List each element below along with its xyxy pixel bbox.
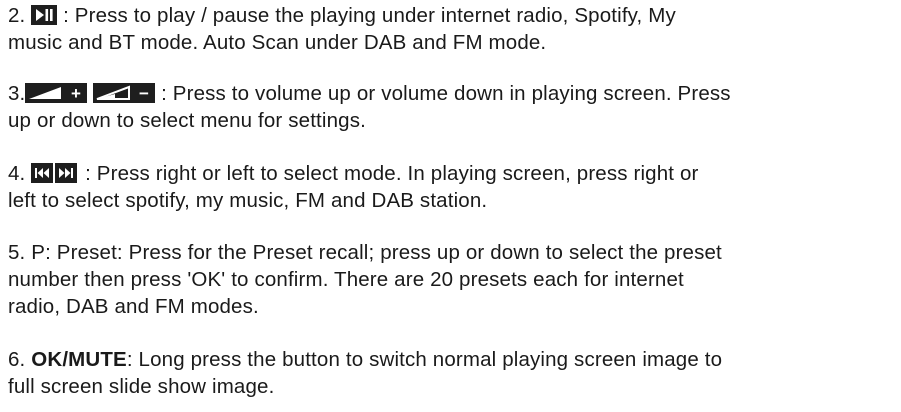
instruction-item-4: 4. : Press right or left to select mode.… bbox=[8, 160, 898, 214]
ok-mute-label: OK/MUTE bbox=[31, 348, 127, 371]
item-text: : Long press the button to switch normal… bbox=[126, 348, 723, 371]
volume-up-icon: + bbox=[25, 83, 88, 103]
play-pause-icon bbox=[31, 5, 58, 25]
instruction-line: 6. OK/MUTE: Long press the button to swi… bbox=[8, 346, 898, 373]
instruction-line: 2. : Press to play / pause the playing u… bbox=[8, 2, 898, 29]
volume-down-icon: − bbox=[93, 83, 156, 103]
volume-down-sign: − bbox=[139, 84, 149, 103]
instruction-line: radio, DAB and FM modes. bbox=[8, 295, 259, 318]
skip-forward-icon bbox=[55, 163, 78, 183]
item-text: : Press to play / pause the playing unde… bbox=[57, 4, 676, 27]
instruction-line: number then press 'OK' to confirm. There… bbox=[8, 268, 684, 291]
instruction-line: up or down to select menu for settings. bbox=[8, 109, 366, 132]
item-number: 2. bbox=[8, 4, 26, 27]
skip-back-icon bbox=[31, 163, 54, 183]
instruction-line: left to select spotify, my music, FM and… bbox=[8, 189, 488, 212]
instruction-item-2: 2. : Press to play / pause the playing u… bbox=[8, 2, 898, 56]
instruction-item-5: 5. P: Preset: Press for the Preset recal… bbox=[8, 239, 898, 320]
item-number: 4. bbox=[8, 162, 26, 185]
instruction-line: 4. : Press right or left to select mode.… bbox=[8, 160, 898, 187]
instruction-line: 5. P: Preset: Press for the Preset recal… bbox=[8, 239, 898, 266]
instruction-line: music and BT mode. Auto Scan under DAB a… bbox=[8, 31, 547, 54]
item-text: : Press to volume up or volume down in p… bbox=[155, 82, 731, 105]
instruction-line: full screen slide show image. bbox=[8, 375, 275, 398]
item-number: 6. bbox=[8, 348, 26, 371]
instruction-item-6: 6. OK/MUTE: Long press the button to swi… bbox=[8, 346, 898, 400]
item-text: P: Preset: Press for the Preset recall; … bbox=[31, 241, 722, 264]
instruction-item-3: 3. + − : Press to volume up or volume dow… bbox=[8, 80, 898, 134]
item-number: 5. bbox=[8, 241, 26, 264]
volume-up-sign: + bbox=[71, 84, 81, 103]
instruction-line: 3. + − : Press to volume up or volume dow… bbox=[8, 80, 898, 107]
item-text: : Press right or left to select mode. In… bbox=[79, 162, 699, 185]
item-number: 3. bbox=[8, 82, 26, 105]
